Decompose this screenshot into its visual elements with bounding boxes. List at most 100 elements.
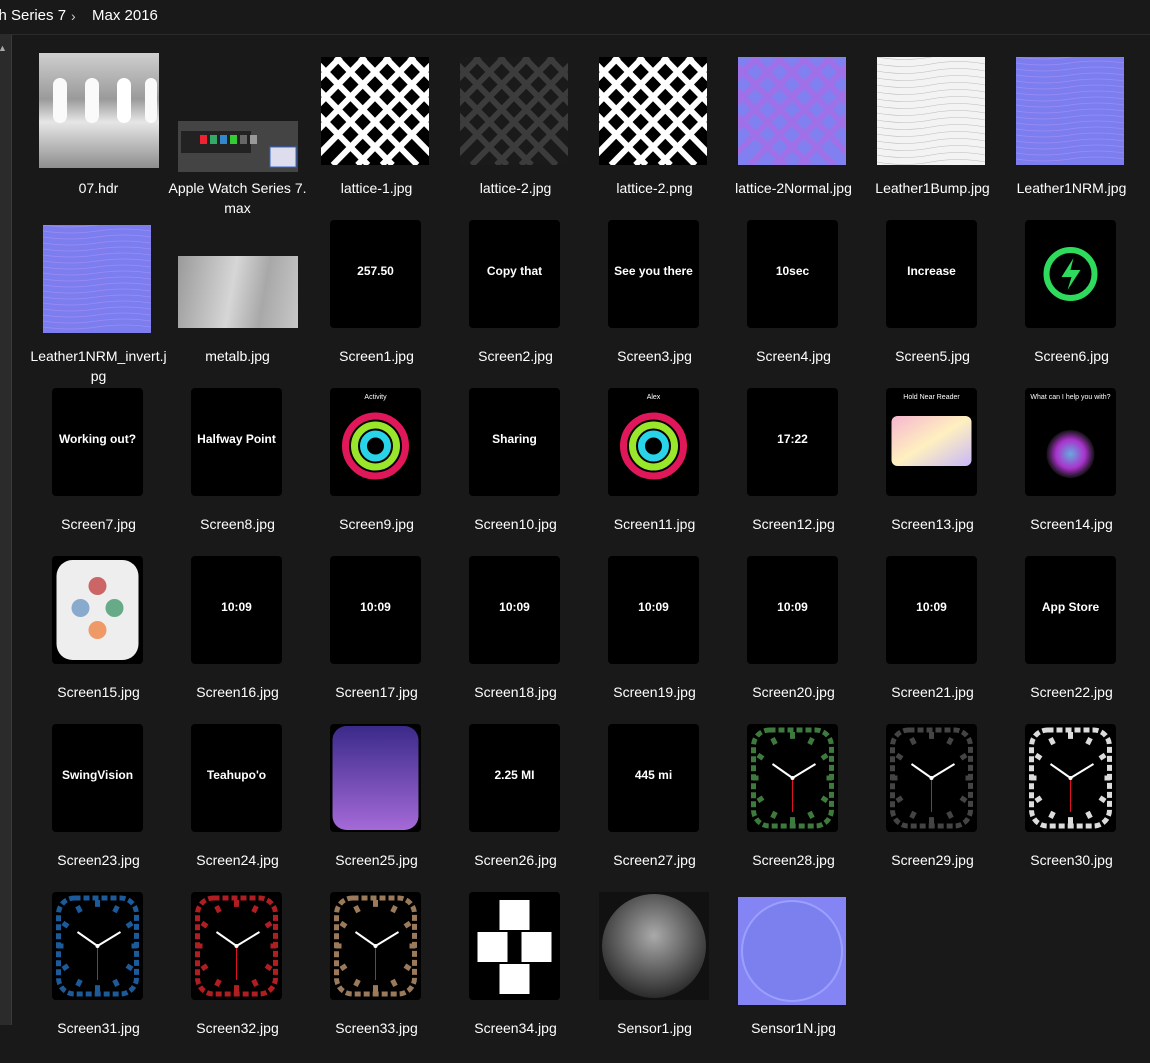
file-name: Screen14.jpg — [1030, 516, 1113, 532]
file-item[interactable]: 10:09 Screen16.jpg — [168, 556, 307, 724]
file-name: Screen22.jpg — [1030, 684, 1113, 700]
file-thumbnail — [1016, 57, 1124, 165]
file-item[interactable]: 10:09 Screen18.jpg — [446, 556, 585, 724]
file-thumbnail: What can I help you with? — [1025, 388, 1116, 496]
thumbnail-caption: Halfway Point — [197, 432, 276, 446]
file-item[interactable]: Alex Screen11.jpg — [585, 388, 724, 556]
file-item[interactable]: Leather1NRM.jpg — [1002, 52, 1141, 220]
file-item[interactable]: Screen6.jpg — [1002, 220, 1141, 388]
file-item[interactable]: Activity Screen9.jpg — [307, 388, 446, 556]
file-name: Leather1NRM.jpg — [1016, 180, 1127, 196]
file-item[interactable]: Screen30.jpg — [1002, 724, 1141, 892]
file-item[interactable]: lattice-1.jpg — [307, 52, 446, 220]
file-thumbnail — [43, 225, 151, 333]
file-name: Screen23.jpg — [57, 852, 140, 868]
file-item[interactable]: lattice-2.png — [585, 52, 724, 220]
file-item[interactable]: 10sec Screen4.jpg — [724, 220, 863, 388]
file-thumbnail: Copy that — [469, 220, 560, 328]
file-name: Screen2.jpg — [478, 348, 553, 364]
file-item[interactable]: 10:09 Screen21.jpg — [863, 556, 1002, 724]
file-item[interactable]: Halfway Point Screen8.jpg — [168, 388, 307, 556]
file-thumbnail — [52, 556, 143, 664]
file-item[interactable]: 10:09 Screen17.jpg — [307, 556, 446, 724]
file-item[interactable]: 10:09 Screen20.jpg — [724, 556, 863, 724]
thumbnail-caption: SwingVision — [61, 768, 134, 782]
thumbnail-caption: Copy that — [486, 264, 543, 278]
file-item[interactable]: Apple Watch Series 7.max — [168, 52, 307, 220]
file-name: Screen12.jpg — [752, 516, 835, 532]
file-name: Screen5.jpg — [895, 348, 970, 364]
file-name: Screen10.jpg — [474, 516, 557, 532]
file-item[interactable]: metalb.jpg — [168, 220, 307, 388]
file-item[interactable]: 2.25 MI Screen26.jpg — [446, 724, 585, 892]
file-name: Screen27.jpg — [613, 852, 696, 868]
file-item[interactable]: Screen33.jpg — [307, 892, 446, 1060]
file-item[interactable]: Hold Near Reader Screen13.jpg — [863, 388, 1002, 556]
file-thumbnail — [52, 892, 143, 1000]
file-thumbnail: 10:09 — [330, 556, 421, 664]
file-item[interactable]: Screen32.jpg — [168, 892, 307, 1060]
file-thumbnail: 10sec — [747, 220, 838, 328]
file-item[interactable]: Screen28.jpg — [724, 724, 863, 892]
file-item[interactable]: Screen34.jpg — [446, 892, 585, 1060]
file-name: Screen28.jpg — [752, 852, 835, 868]
file-item[interactable]: lattice-2Normal.jpg — [724, 52, 863, 220]
file-thumbnail — [330, 724, 421, 832]
file-item[interactable]: Copy that Screen2.jpg — [446, 220, 585, 388]
file-item[interactable]: Leather1NRM_invert.jpg — [29, 220, 168, 388]
file-name: lattice-2Normal.jpg — [735, 180, 852, 196]
file-item[interactable]: Screen15.jpg — [29, 556, 168, 724]
thumbnail-caption: 2.25 MI — [494, 768, 535, 782]
file-item[interactable]: See you there Screen3.jpg — [585, 220, 724, 388]
file-name: Screen32.jpg — [196, 1020, 279, 1036]
file-thumbnail — [321, 57, 429, 165]
file-thumbnail — [178, 121, 298, 172]
thumbnail-caption: 10:09 — [638, 600, 669, 614]
file-name: Screen31.jpg — [57, 1020, 140, 1036]
file-name: Screen29.jpg — [891, 852, 974, 868]
file-name: Screen6.jpg — [1034, 348, 1109, 364]
file-thumbnail: 10:09 — [469, 556, 560, 664]
file-thumbnail — [460, 57, 568, 165]
file-name: Screen9.jpg — [339, 516, 414, 532]
file-item[interactable]: 17:22 Screen12.jpg — [724, 388, 863, 556]
file-item[interactable]: Teahupo'o Screen24.jpg — [168, 724, 307, 892]
file-item[interactable]: 257.50 Screen1.jpg — [307, 220, 446, 388]
file-name: Screen26.jpg — [474, 852, 557, 868]
file-name: Screen20.jpg — [752, 684, 835, 700]
file-item[interactable]: lattice-2.jpg — [446, 52, 585, 220]
file-item[interactable]: Screen25.jpg — [307, 724, 446, 892]
file-name: lattice-1.jpg — [340, 180, 413, 196]
file-item[interactable]: Increase Screen5.jpg — [863, 220, 1002, 388]
file-item[interactable]: 10:09 Screen19.jpg — [585, 556, 724, 724]
file-item[interactable]: Sensor1.jpg — [585, 892, 724, 1060]
file-thumbnail: SwingVision — [52, 724, 143, 832]
file-name: metalb.jpg — [205, 348, 270, 364]
file-name: Screen4.jpg — [756, 348, 831, 364]
file-thumbnail — [178, 256, 298, 328]
file-item[interactable]: Working out? Screen7.jpg — [29, 388, 168, 556]
thumbnail-caption: See you there — [614, 264, 693, 278]
file-item[interactable]: Leather1Bump.jpg — [863, 52, 1002, 220]
file-item[interactable]: Screen29.jpg — [863, 724, 1002, 892]
file-item[interactable]: What can I help you with? Screen14.jpg — [1002, 388, 1141, 556]
file-thumbnail: 2.25 MI — [469, 724, 560, 832]
file-item[interactable]: 445 mi Screen27.jpg — [585, 724, 724, 892]
file-thumbnail — [738, 57, 846, 165]
file-item[interactable]: Sensor1N.jpg — [724, 892, 863, 1060]
file-item[interactable]: 07.hdr — [29, 52, 168, 220]
file-name: Sensor1N.jpg — [751, 1020, 836, 1036]
file-item[interactable]: App Store Screen22.jpg — [1002, 556, 1141, 724]
thumbnail-caption: Increase — [907, 264, 956, 278]
file-thumbnail: 17:22 — [747, 388, 838, 496]
file-name: Screen8.jpg — [200, 516, 275, 532]
thumbnail-caption: Activity — [364, 394, 387, 401]
file-item[interactable]: Sharing Screen10.jpg — [446, 388, 585, 556]
file-thumbnail — [877, 57, 985, 165]
file-name: Screen7.jpg — [61, 516, 136, 532]
file-thumbnail — [747, 724, 838, 832]
thumbnail-caption: 10:09 — [777, 600, 808, 614]
file-name: Screen11.jpg — [613, 516, 696, 532]
file-item[interactable]: Screen31.jpg — [29, 892, 168, 1060]
file-item[interactable]: SwingVision Screen23.jpg — [29, 724, 168, 892]
